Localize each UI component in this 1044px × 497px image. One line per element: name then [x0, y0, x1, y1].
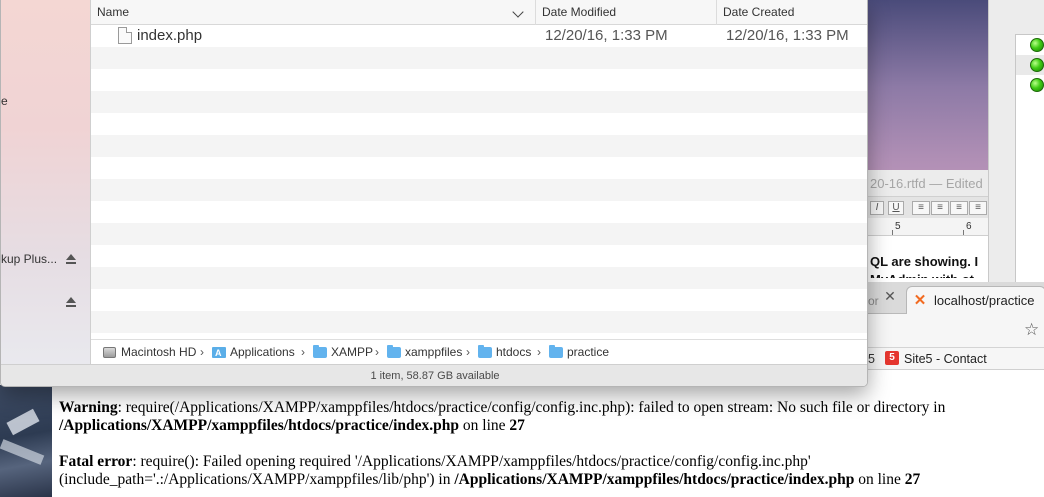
fatal-label: Fatal error: [59, 453, 133, 470]
list-item: [91, 245, 867, 267]
server-status-panel: [988, 0, 1044, 290]
textedit-ruler: 5 6: [868, 218, 988, 236]
status-running-icon: [1030, 78, 1044, 92]
file-date-created: 12/20/16, 1:33 PM: [726, 27, 849, 44]
fatal-text-2: (include_path='.:/Applications/XAMPP/xam…: [59, 471, 455, 488]
tab-previous-label: or: [868, 294, 879, 308]
textedit-title[interactable]: 20-16.rtfd — Edited: [868, 170, 988, 196]
chevron-right-icon: ›: [537, 345, 541, 359]
bookmark-star-icon[interactable]: ☆: [1024, 320, 1039, 340]
desktop-wallpaper-left: [0, 385, 52, 497]
browser-window: or ✕ ✕ localhost/practice ☆ 5 5 Site5 - …: [868, 282, 1044, 385]
list-item: [91, 179, 867, 201]
finder-status-bar: 1 item, 58.87 GB available: [1, 364, 867, 386]
server-status-list: [1015, 34, 1044, 290]
bookmarks-bar: 5 5 Site5 - Contact: [868, 348, 1044, 370]
folder-icon: [549, 345, 563, 358]
ruler-mark-5: 5: [895, 221, 901, 232]
list-item: [91, 311, 867, 333]
sidebar-item-backup[interactable]: kup Plus...: [1, 252, 57, 266]
document-line-1: QL are showing. I: [870, 254, 979, 269]
browser-page-content: Warning: require(/Applications/XAMPP/xam…: [52, 385, 1044, 497]
path-label: practice: [567, 345, 610, 359]
list-item: [91, 201, 867, 223]
warning-file: /Applications/XAMPP/xamppfiles/htdocs/pr…: [59, 417, 460, 434]
path-bar: Macintosh HD › Applications › XAMPP › xa…: [91, 339, 867, 364]
chevron-right-icon: ›: [375, 345, 379, 359]
finder-sidebar: e kup Plus...: [1, 0, 91, 364]
path-label: Applications: [230, 345, 295, 359]
fatal-line: 27: [904, 471, 921, 488]
tab-title: localhost/practice: [934, 293, 1035, 308]
document-line-2: MyAdmin with ot: [870, 272, 988, 278]
address-bar[interactable]: ☆: [868, 314, 1044, 348]
hard-drive-icon: [103, 347, 116, 358]
underline-button[interactable]: U: [888, 201, 904, 215]
folder-icon: [313, 345, 327, 358]
folder-icon: [478, 345, 492, 358]
fatal-on-text: on line: [854, 471, 905, 488]
column-date-created[interactable]: Date Created: [716, 0, 867, 25]
textedit-format-bar: I U ≡ ≡ ≡ ≡: [868, 196, 988, 218]
status-running-icon: [1030, 58, 1044, 72]
eject-icon[interactable]: [66, 296, 76, 308]
finder-window: e kup Plus... Name Date Modified Date Cr…: [0, 0, 868, 387]
list-item: [91, 135, 867, 157]
fatal-file: /Applications/XAMPP/xamppfiles/htdocs/pr…: [454, 471, 855, 488]
file-name: index.php: [137, 27, 203, 44]
column-name[interactable]: Name: [91, 0, 535, 25]
php-warning-message: Warning: require(/Applications/XAMPP/xam…: [59, 399, 1019, 435]
list-item: [91, 47, 867, 69]
tab-strip: or ✕ ✕ localhost/practice: [868, 282, 1044, 314]
path-label: XAMPP: [331, 345, 374, 359]
chevron-right-icon: ›: [200, 345, 204, 359]
php-fatal-error-message: Fatal error: require(): Failed opening r…: [59, 453, 1019, 489]
align-center-icon[interactable]: ≡: [931, 201, 949, 215]
eject-icon[interactable]: [66, 253, 76, 265]
warning-text: : require(/Applications/XAMPP/xamppfiles…: [117, 399, 946, 416]
xampp-icon: ✕: [913, 292, 927, 309]
file-row-index-php[interactable]: index.php 12/20/16, 1:33 PM 12/20/16, 1:…: [91, 25, 867, 47]
align-right-icon[interactable]: ≡: [950, 201, 968, 215]
tab-previous[interactable]: or ✕: [868, 288, 902, 314]
fatal-text-1: : require(): Failed opening required '/A…: [132, 453, 811, 470]
status-running-icon: [1030, 38, 1044, 52]
file-date-modified: 12/20/16, 1:33 PM: [545, 27, 668, 44]
php-file-icon: [118, 27, 132, 44]
align-justify-icon[interactable]: ≡: [969, 201, 987, 215]
list-item: [91, 113, 867, 135]
path-label: Macintosh HD: [121, 345, 197, 359]
warning-on-text: on line: [459, 417, 510, 434]
path-label: htdocs: [496, 345, 532, 359]
italic-button[interactable]: I: [870, 201, 884, 215]
chevron-right-icon: ›: [466, 345, 470, 359]
textedit-window: 20-16.rtfd — Edited I U ≡ ≡ ≡ ≡ 5 6 QL a…: [868, 170, 988, 290]
folder-icon: [387, 345, 401, 358]
tab-localhost[interactable]: ✕ localhost/practice: [906, 286, 1044, 314]
align-left-icon[interactable]: ≡: [912, 201, 930, 215]
file-list: Name Date Modified Date Created index.ph…: [91, 0, 867, 337]
list-item: [91, 91, 867, 113]
sidebar-item-partial[interactable]: e: [1, 94, 8, 108]
column-date-modified[interactable]: Date Modified: [535, 0, 716, 25]
chevron-right-icon: ›: [301, 345, 305, 359]
path-label: xamppfiles: [405, 345, 463, 359]
list-item: [91, 69, 867, 91]
bookmark-fragment[interactable]: 5: [868, 352, 875, 366]
site5-icon: 5: [885, 351, 899, 365]
close-tab-icon[interactable]: ✕: [884, 288, 896, 305]
list-item: [91, 157, 867, 179]
file-rows: index.php 12/20/16, 1:33 PM 12/20/16, 1:…: [91, 25, 867, 337]
column-header: Name Date Modified Date Created: [91, 0, 867, 25]
warning-label: Warning: [59, 399, 118, 416]
warning-line: 27: [509, 417, 525, 434]
ruler-mark-6: 6: [966, 221, 972, 232]
list-item: [91, 267, 867, 289]
list-item: [91, 223, 867, 245]
list-item: [91, 289, 867, 311]
applications-folder-icon: [212, 346, 226, 361]
bookmark-site5-contact[interactable]: Site5 - Contact: [904, 352, 987, 366]
